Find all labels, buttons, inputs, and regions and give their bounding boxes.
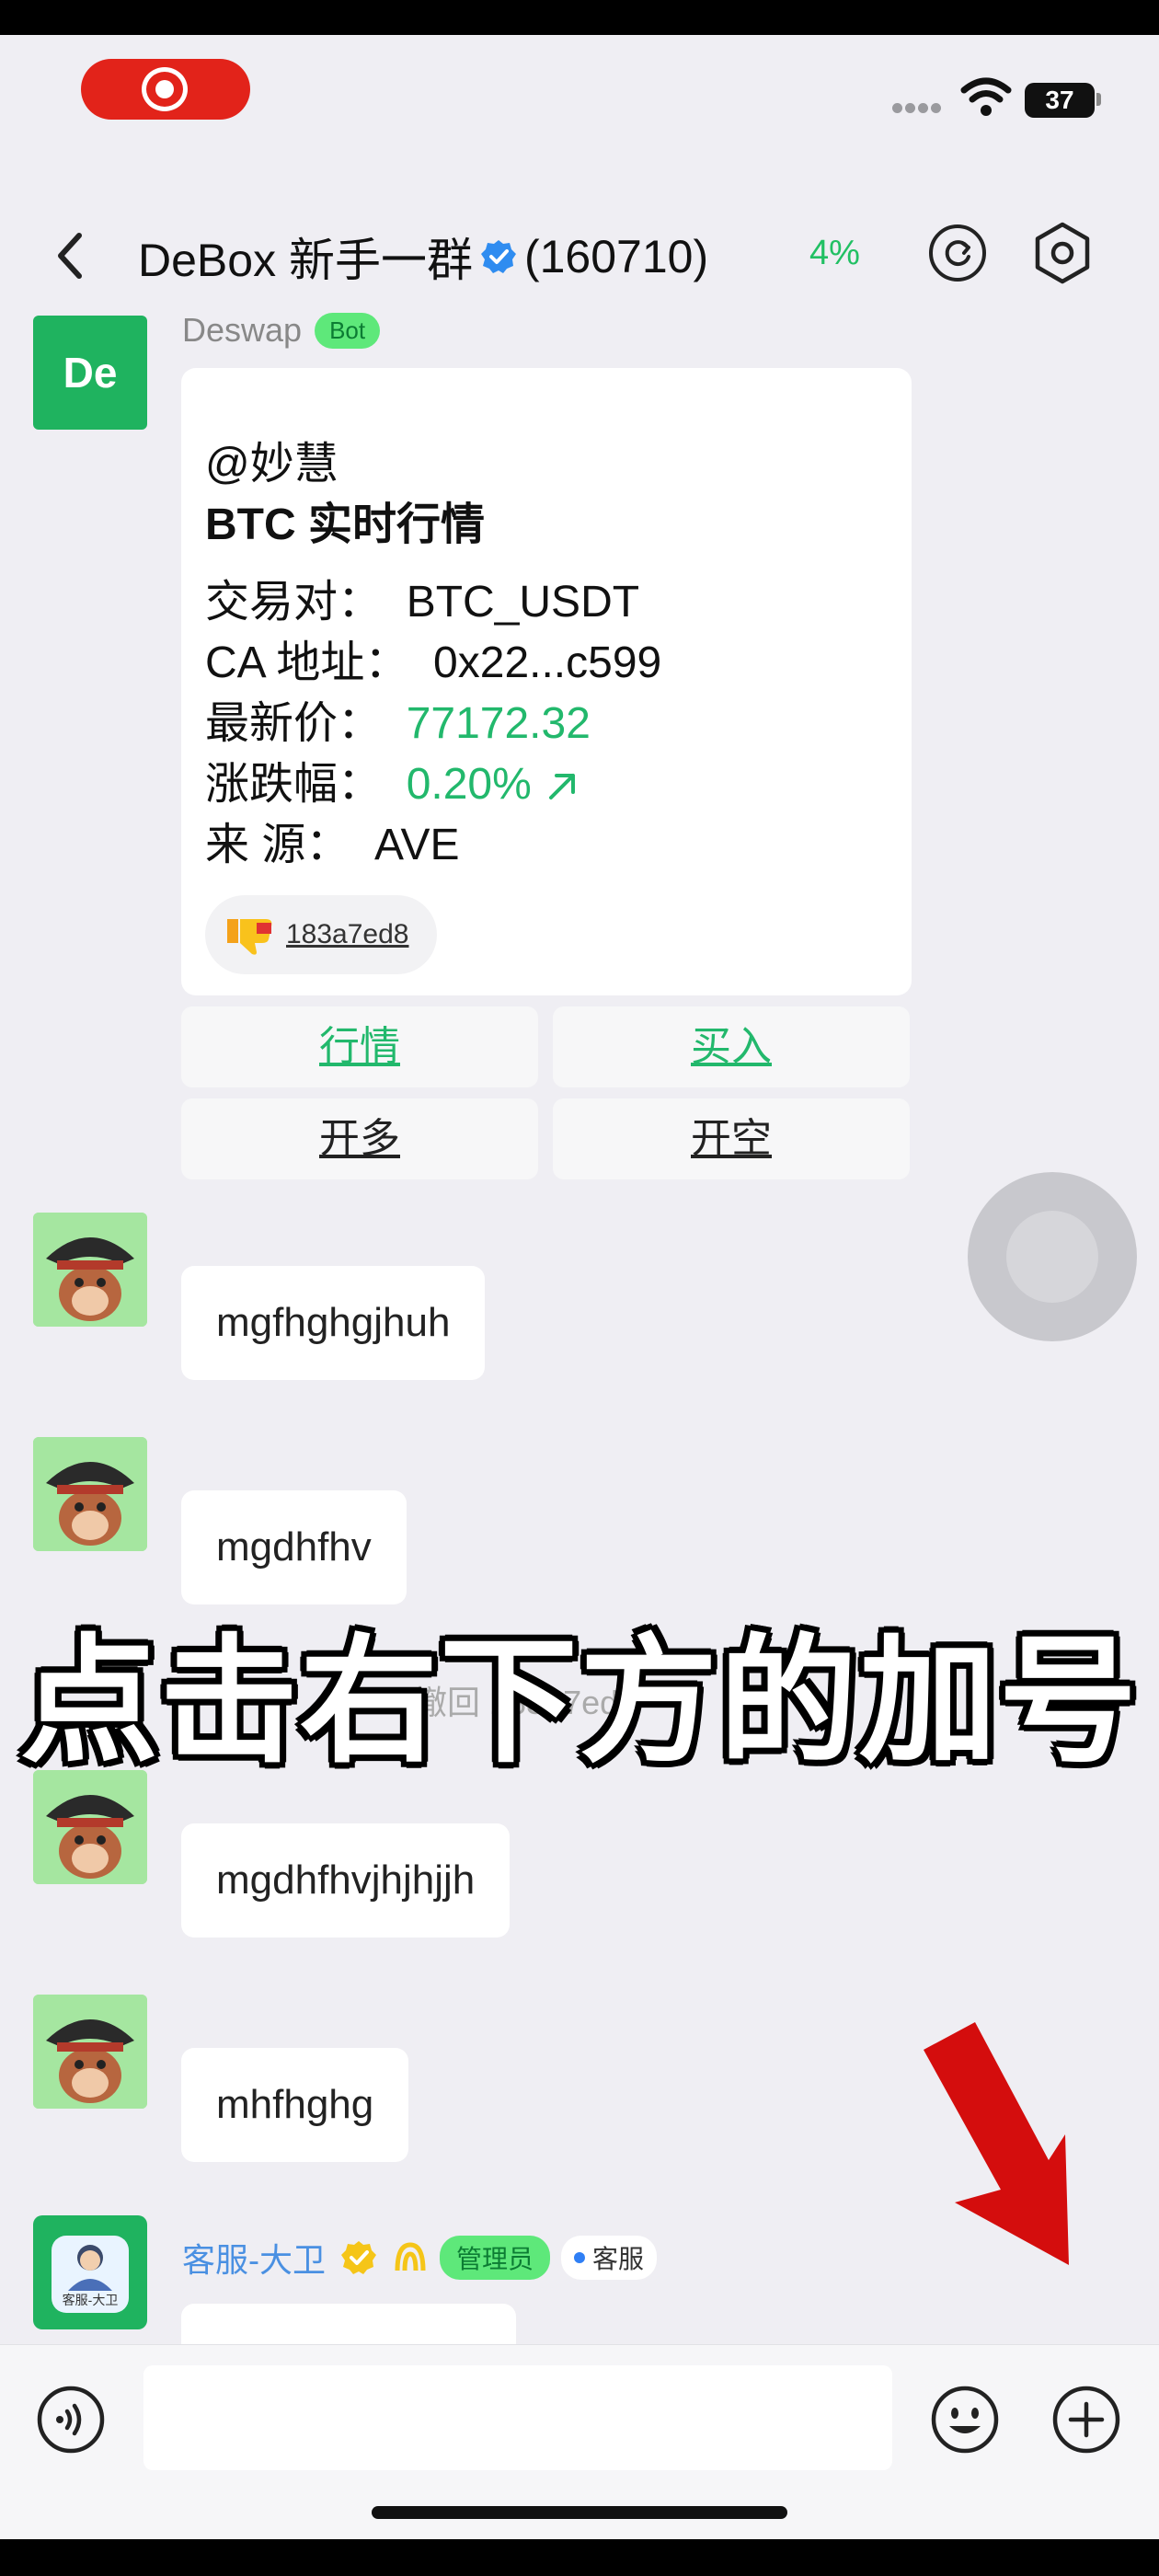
thumbs-down-icon (227, 919, 272, 955)
fingerprint-chip[interactable]: 183a7ed8 (205, 895, 437, 974)
trend-up-arrow-icon (549, 774, 576, 800)
admin-tag: 管理员 (440, 2236, 551, 2280)
message-bubble[interactable]: mgdhfhv (181, 1490, 407, 1604)
wifi-icon (960, 77, 1012, 116)
voice-input-icon[interactable] (35, 2384, 107, 2455)
ca-row: CA 地址： 0x22...c599 (205, 626, 661, 690)
pirate-avatar-icon (33, 1213, 147, 1327)
price-card: @妙慧 BTC 实时行情 交易对： BTC_USDT CA 地址： 0x22..… (181, 368, 912, 995)
battery-tip (1096, 93, 1101, 106)
video-caption: 点击右下方的加号 (19, 1624, 1139, 1778)
user-avatar[interactable] (33, 1995, 147, 2109)
page-title[interactable]: DeBox 新手一群 (160710) (138, 224, 708, 290)
sender-name: Deswap (182, 311, 303, 349)
gold-verified-icon (341, 2241, 376, 2274)
mention[interactable]: @妙慧 (205, 427, 339, 491)
pair-label: 交易对： (205, 578, 383, 627)
source-label: 来 源： (205, 821, 350, 869)
cellular-signal-icon (892, 101, 947, 113)
change-label: 涨跌幅： (205, 760, 383, 809)
bot-tag: Bot (315, 312, 381, 349)
market-button[interactable]: 行情 (181, 1006, 538, 1087)
change-value: 0.20% (406, 760, 532, 809)
open-long-button[interactable]: 开多 (181, 1098, 538, 1179)
battery-indicator: 37 (1025, 83, 1095, 118)
pair-value: BTC_USDT (406, 578, 640, 627)
source-value: AVE (374, 821, 460, 869)
home-indicator[interactable] (372, 2506, 787, 2519)
ca-label: CA 地址： (205, 638, 409, 687)
service-sender-name[interactable]: 客服-大卫 (182, 2234, 326, 2282)
price-label: 最新价： (205, 699, 383, 748)
service-name-row: 客服-大卫 管理员 客服 (182, 2234, 658, 2282)
refresh-icon[interactable] (927, 223, 988, 283)
service-avatar[interactable]: 客服-大卫 (33, 2215, 147, 2329)
rainbow-badge-icon (395, 2242, 426, 2271)
chat-screen: 37 DeBox 新手一群 (160710) 4% De Deswap Bot (0, 35, 1159, 2539)
group-name: DeBox 新手一群 (138, 235, 473, 286)
service-avatar-label: 客服-大卫 (62, 2293, 119, 2307)
ca-value[interactable]: 0x22...c599 (433, 638, 661, 687)
price-value: 77172.32 (406, 699, 591, 748)
pirate-avatar-icon (33, 1995, 147, 2109)
floating-assistive-button[interactable] (968, 1172, 1137, 1341)
change-row: 涨跌幅： 0.20% (205, 747, 580, 811)
user-avatar[interactable] (33, 1213, 147, 1327)
user-avatar[interactable] (33, 1437, 147, 1551)
card-heading: BTC 实时行情 (205, 500, 485, 549)
open-short-button[interactable]: 开空 (553, 1098, 910, 1179)
service-tag-label: 客服 (592, 2245, 645, 2273)
record-icon (142, 67, 188, 111)
pirate-avatar-icon (33, 1437, 147, 1551)
pair-row: 交易对： BTC_USDT (205, 565, 639, 629)
message-bubble[interactable]: mgfhghgjhuh (181, 1266, 486, 1380)
active-percent: 4% (809, 234, 860, 272)
message-input[interactable] (143, 2365, 892, 2470)
red-arrow-pointer-icon (924, 2022, 1069, 2265)
source-row: 来 源： AVE (205, 808, 460, 872)
message-bubble[interactable]: mhfhghg (181, 2048, 409, 2162)
back-arrow-icon[interactable] (48, 228, 94, 283)
member-count: (160710) (523, 231, 709, 282)
screen-recording-indicator[interactable] (81, 59, 250, 120)
chat-header: DeBox 新手一群 (160710) 4% (0, 182, 1159, 329)
message-bubble[interactable]: mgdhfhvjhjhjjh (181, 1823, 511, 1938)
service-dot-icon (574, 2252, 586, 2263)
emoji-icon[interactable] (929, 2384, 1001, 2455)
fingerprint-link[interactable]: 183a7ed8 (286, 919, 408, 950)
verified-icon (480, 240, 516, 273)
bot-avatar[interactable]: De (33, 316, 147, 430)
buy-button[interactable]: 买入 (553, 1006, 910, 1087)
service-person-icon (68, 2245, 112, 2291)
sender-name-row: Deswap Bot (182, 311, 381, 350)
plus-icon[interactable] (1050, 2384, 1122, 2455)
service-tag: 客服 (561, 2236, 658, 2280)
settings-icon[interactable] (1030, 221, 1095, 285)
price-row: 最新价： 77172.32 (205, 686, 591, 751)
